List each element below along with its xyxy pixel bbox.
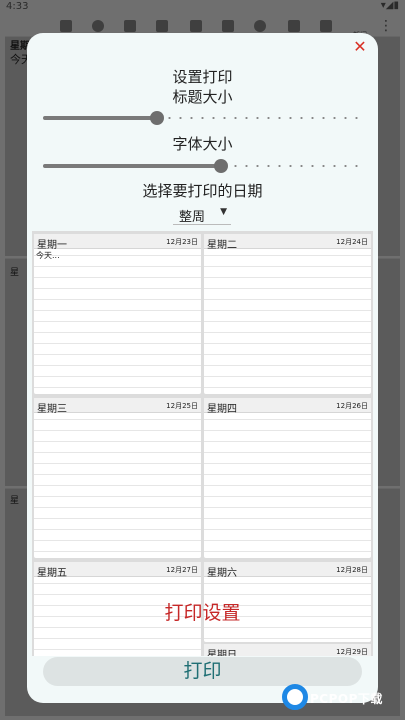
day-date: 12月25日 bbox=[166, 402, 198, 410]
news-icon bbox=[320, 20, 332, 32]
repeat-icon bbox=[190, 20, 202, 32]
day-date: 12月27日 bbox=[166, 566, 198, 574]
day-card-tuesday: 星期二 12月24日 bbox=[204, 234, 371, 394]
day-card-sunday: 星期日 12月29日 bbox=[204, 644, 371, 656]
day-note: 今天... bbox=[36, 251, 60, 260]
date-range-select[interactable]: 整周 ▼ bbox=[173, 205, 231, 225]
day-name: 星期五 bbox=[37, 568, 67, 579]
day-card-monday: 星期一 12月23日 今天... bbox=[34, 234, 201, 394]
print-preview[interactable]: 星期一 12月23日 今天... 星期二 12月24日 星期三 12月25日 星… bbox=[32, 231, 373, 656]
status-time: 4:33 bbox=[6, 1, 29, 12]
day-name: 星期日 bbox=[207, 650, 237, 656]
day-date: 12月26日 bbox=[336, 402, 368, 410]
day-date: 12月23日 bbox=[166, 238, 198, 246]
print-settings-dialog: ✕ 设置打印 标题大小 字体大小 选择要打印的日期 整周 ▼ 星期一 12月23… bbox=[27, 33, 378, 703]
grid-icon bbox=[288, 20, 300, 32]
moon-icon bbox=[254, 20, 266, 32]
date-range-value: 整周 bbox=[179, 210, 206, 225]
close-icon: ✕ bbox=[353, 37, 367, 56]
day-name: 星期一 bbox=[37, 240, 67, 251]
close-button[interactable]: ✕ bbox=[352, 39, 368, 55]
day-card-wednesday: 星期三 12月25日 bbox=[34, 398, 201, 558]
background-day-text: 星 bbox=[10, 496, 20, 506]
day-name: 星期六 bbox=[207, 568, 237, 579]
dialog-title: 设置打印 bbox=[172, 68, 233, 86]
title-size-label: 标题大小 bbox=[172, 88, 233, 106]
brush-icon bbox=[124, 20, 136, 32]
day-card-thursday: 星期四 12月26日 bbox=[204, 398, 371, 558]
day-name: 星期四 bbox=[207, 404, 237, 415]
slider-fill bbox=[43, 164, 221, 168]
font-size-label: 字体大小 bbox=[172, 135, 233, 153]
slider-fill bbox=[43, 116, 157, 120]
watermark-logo-icon bbox=[282, 684, 308, 710]
day-date: 12月28日 bbox=[336, 566, 368, 574]
background-day-text: 星 bbox=[10, 268, 20, 278]
font-size-slider[interactable] bbox=[43, 159, 363, 173]
calendar-icon bbox=[60, 20, 72, 32]
day-date: 12月24日 bbox=[336, 238, 368, 246]
print-icon bbox=[222, 20, 234, 32]
day-name: 星期三 bbox=[37, 404, 67, 415]
copy-icon bbox=[156, 20, 168, 32]
more-menu-icon: ⋮ bbox=[379, 18, 393, 34]
date-label: 选择要打印的日期 bbox=[142, 182, 263, 200]
print-button[interactable]: 打印 bbox=[43, 657, 362, 686]
slider-thumb[interactable] bbox=[150, 111, 164, 125]
day-date: 12月29日 bbox=[336, 648, 368, 656]
search-icon bbox=[92, 20, 104, 32]
day-card-friday: 星期五 12月27日 bbox=[34, 562, 201, 656]
status-bar: 4:33 ▾◢▮ bbox=[0, 0, 405, 14]
dropdown-arrow-icon: ▼ bbox=[220, 207, 227, 217]
wifi-battery-icon: ▾◢▮ bbox=[380, 0, 399, 11]
slider-thumb[interactable] bbox=[214, 159, 228, 173]
title-size-slider[interactable] bbox=[43, 111, 363, 125]
watermark: PCPOP下载 bbox=[282, 684, 404, 714]
day-name: 星期二 bbox=[207, 240, 237, 251]
watermark-text: PCPOP下载 bbox=[310, 692, 383, 706]
day-card-saturday: 星期六 12月28日 bbox=[204, 562, 371, 642]
